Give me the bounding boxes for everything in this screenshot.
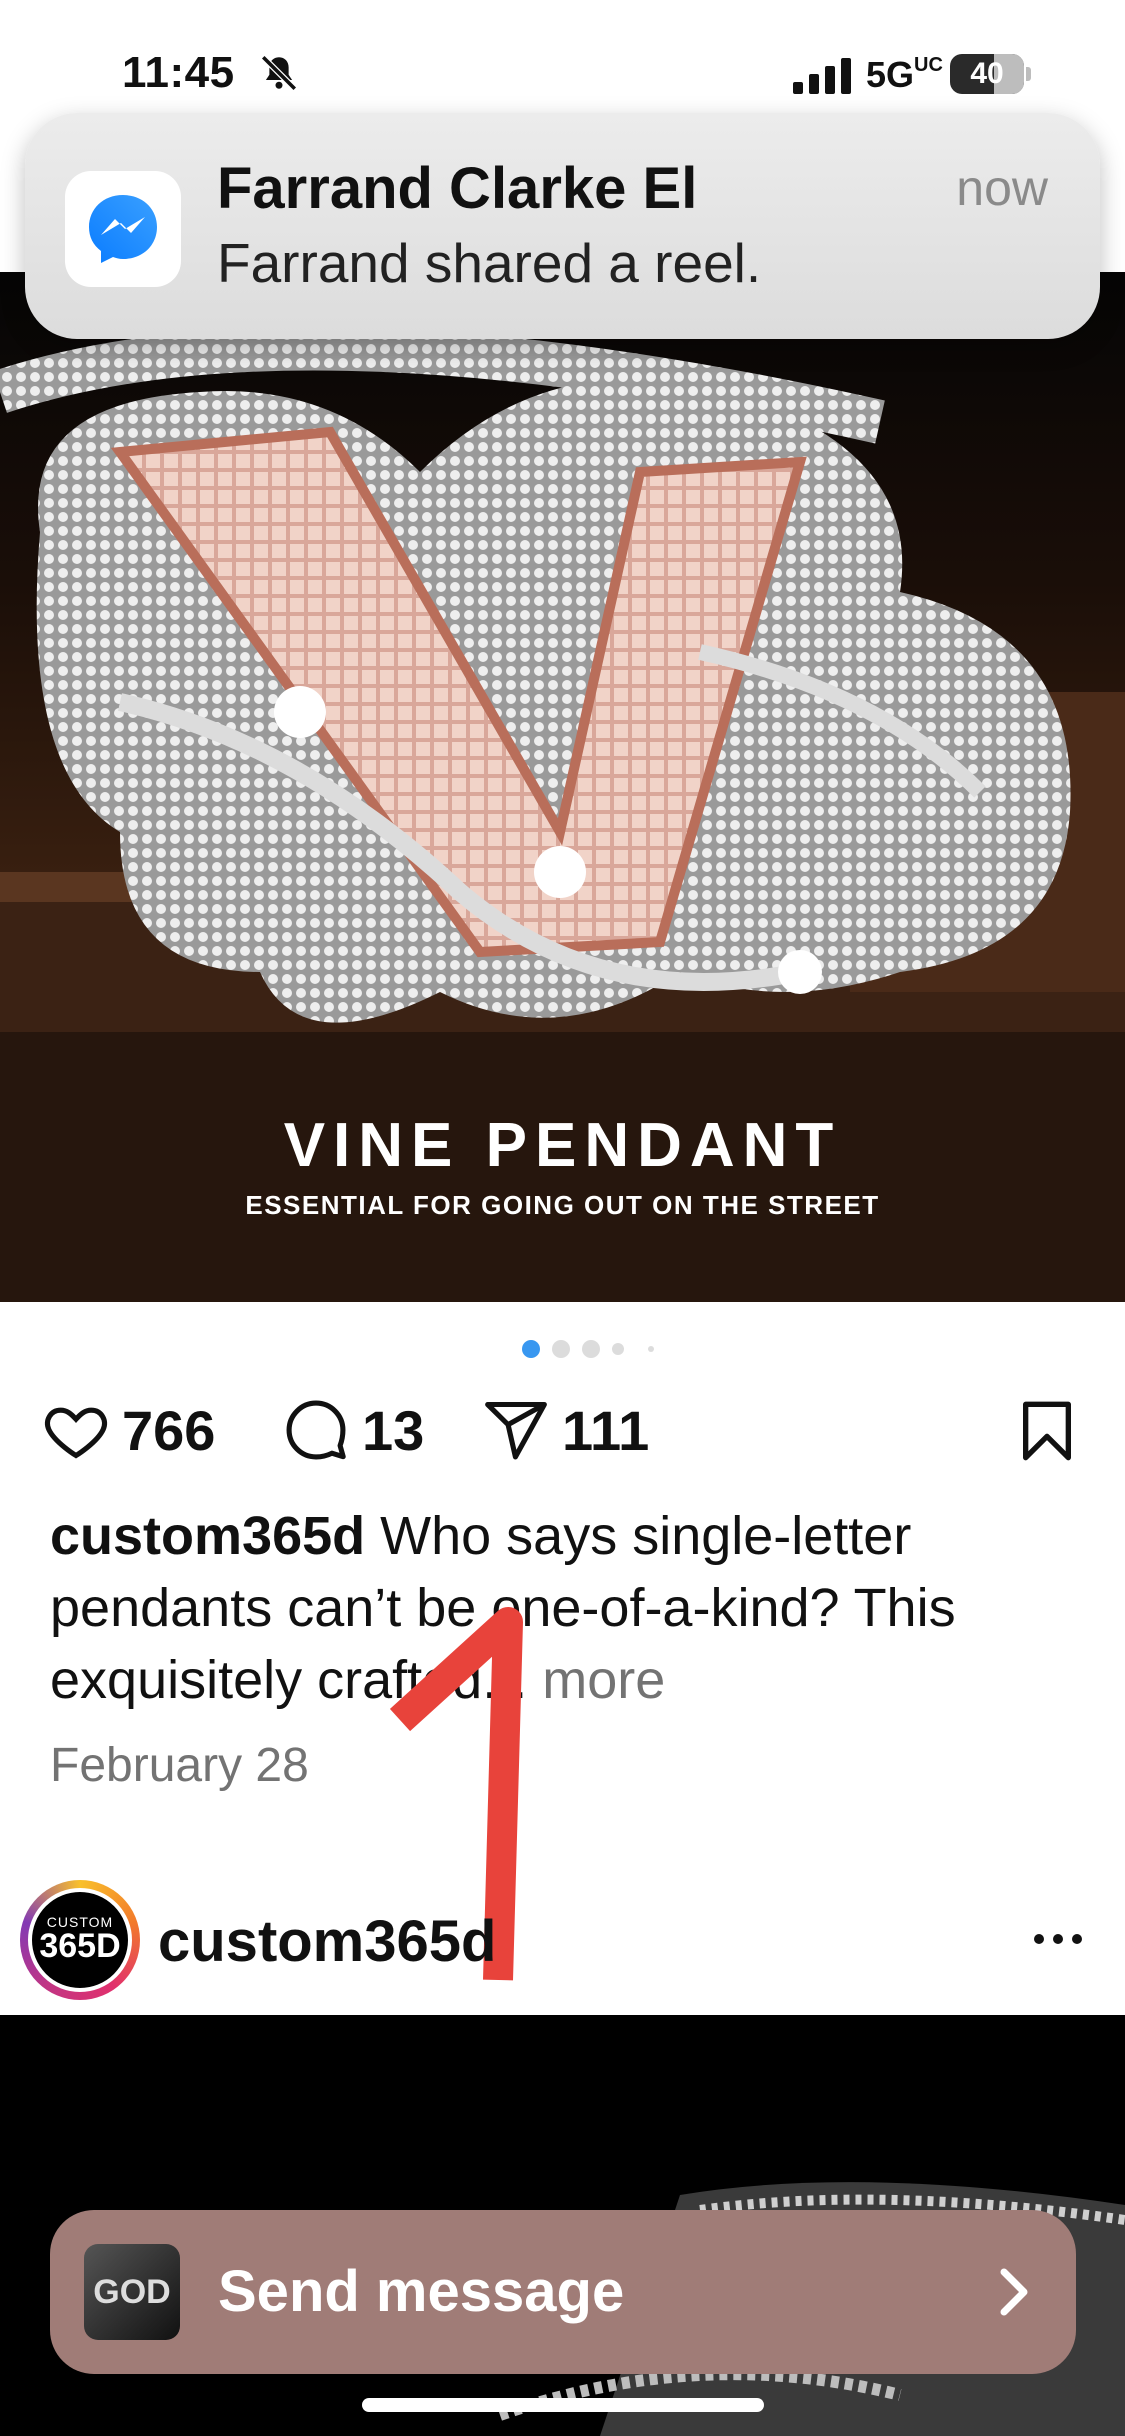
share-count: 111 — [562, 1398, 650, 1462]
silent-bell-icon — [261, 55, 297, 91]
next-post-username[interactable]: custom365d — [158, 1908, 496, 1975]
chevron-right-icon — [1000, 2268, 1028, 2316]
home-indicator[interactable] — [362, 2398, 764, 2412]
carousel-dot — [648, 1346, 654, 1352]
post-date: February 28 — [50, 1739, 309, 1792]
carousel-dot-active — [522, 1340, 540, 1358]
post-image[interactable]: VINE PENDANT ESSENTIAL FOR GOING OUT ON … — [0, 272, 1125, 1302]
like-count: 766 — [122, 1398, 216, 1462]
comment-button[interactable]: 13 — [282, 1395, 424, 1465]
bookmark-icon[interactable] — [1018, 1399, 1076, 1463]
carousel-dot — [552, 1340, 570, 1358]
heart-icon — [45, 1407, 107, 1459]
status-time: 11:45 — [122, 48, 235, 97]
send-message-bar[interactable]: GOD Send message — [50, 2210, 1076, 2374]
comment-icon — [286, 1400, 346, 1460]
battery-icon: 40 — [950, 54, 1031, 94]
carousel-dot — [582, 1340, 600, 1358]
image-title: VINE PENDANT — [283, 1111, 842, 1180]
reel-thumbnail: GOD — [84, 2244, 180, 2340]
notification-banner[interactable]: Farrand Clarke El now Farrand shared a r… — [25, 113, 1100, 339]
network-type: 5GUC — [866, 54, 943, 95]
send-message-label: Send message — [218, 2259, 625, 2324]
notification-title: Farrand Clarke El — [217, 156, 698, 221]
share-button[interactable]: 111 — [482, 1395, 649, 1465]
like-button[interactable]: 766 — [42, 1395, 215, 1465]
send-plane-icon — [485, 1401, 547, 1460]
cellular-signal-icon — [793, 58, 851, 94]
notification-time: now — [956, 160, 1048, 216]
notification-body: Farrand shared a reel. — [217, 232, 762, 294]
messenger-icon — [65, 171, 181, 287]
avatar-story-ring[interactable]: CUSTOM 365D — [20, 1880, 140, 2000]
carousel-dot — [612, 1343, 624, 1355]
comment-count: 13 — [362, 1398, 425, 1462]
image-subtitle: ESSENTIAL FOR GOING OUT ON THE STREET — [245, 1190, 880, 1220]
caption-username[interactable]: custom365d — [50, 1506, 365, 1566]
more-options-icon[interactable] — [1032, 1932, 1084, 1946]
post-caption: custom365d Who says single-letter pendan… — [50, 1500, 1090, 1716]
battery-level: 40 — [970, 57, 1004, 90]
post-actions: 766 13 111 — [0, 1385, 1125, 1475]
next-post-header: CUSTOM 365D custom365d — [0, 1880, 1125, 2010]
avatar: CUSTOM 365D — [28, 1888, 132, 1992]
